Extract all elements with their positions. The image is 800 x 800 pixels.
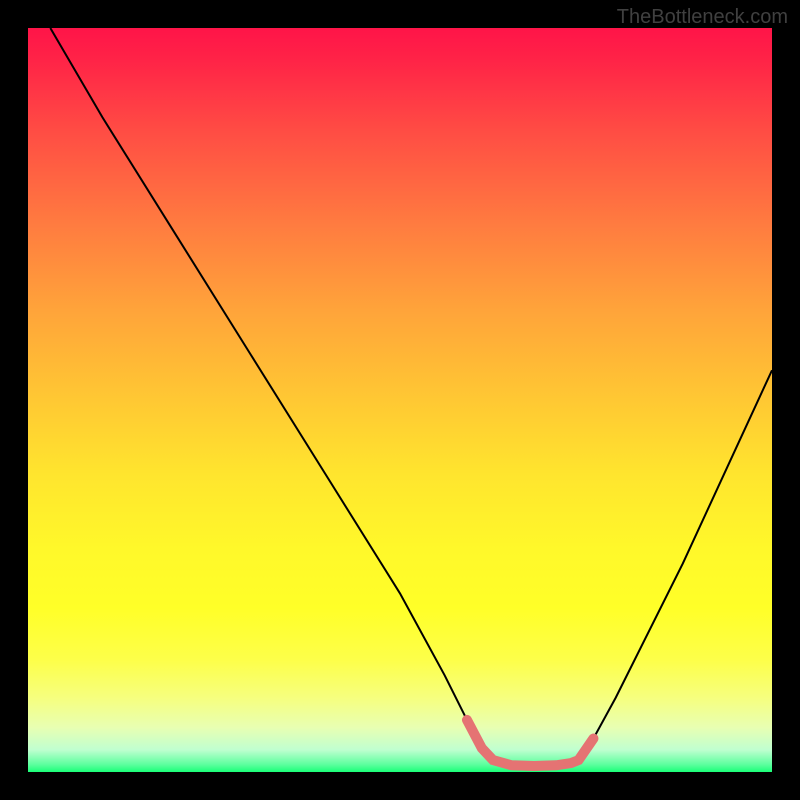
chart-curve-right (579, 370, 772, 760)
watermark-text: TheBottleneck.com (617, 6, 788, 29)
chart-lines-overlay (28, 28, 772, 772)
chart-curve-left (50, 28, 493, 760)
chart-bottom-highlight (467, 720, 593, 766)
chart-plot-area (28, 28, 772, 772)
